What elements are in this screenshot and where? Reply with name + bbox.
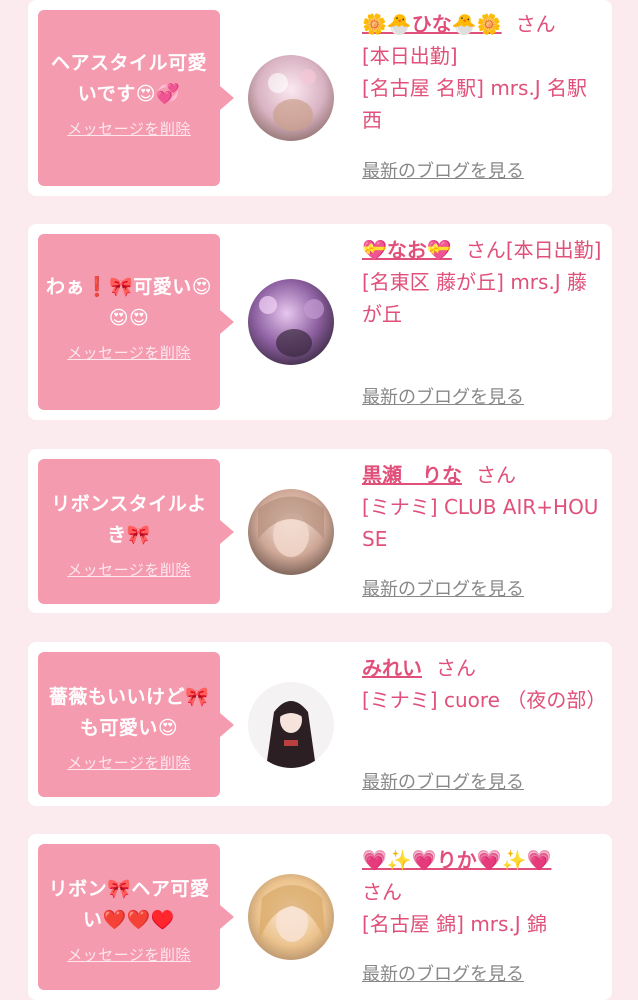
message-card: 薔薇もいいけど🎀も可愛い😍 メッセージを削除 みれい さん [ミナミ] cuore… bbox=[28, 642, 612, 806]
avatar[interactable] bbox=[248, 874, 334, 960]
delete-message-link[interactable]: メッセージを削除 bbox=[67, 118, 191, 139]
latest-blog-link[interactable]: 最新のブログを見る bbox=[362, 157, 524, 183]
cast-name[interactable]: みれい bbox=[362, 656, 422, 680]
honorific: さん bbox=[362, 880, 402, 904]
latest-blog-link[interactable]: 最新のブログを見る bbox=[362, 383, 524, 409]
avatar-image bbox=[248, 279, 334, 365]
avatar-image bbox=[248, 874, 334, 960]
avatar[interactable] bbox=[248, 279, 334, 365]
avatar-image bbox=[248, 489, 334, 575]
latest-blog-link[interactable]: 最新のブログを見る bbox=[362, 960, 524, 986]
message-bubble: 薔薇もいいけど🎀も可愛い😍 メッセージを削除 bbox=[38, 652, 234, 797]
latest-blog-link[interactable]: 最新のブログを見る bbox=[362, 575, 524, 601]
cast-name[interactable]: 黒瀬 りな bbox=[362, 463, 462, 487]
cast-info: みれい さん [ミナミ] cuore （夜の部） bbox=[362, 652, 607, 716]
delete-message-link[interactable]: メッセージを削除 bbox=[67, 752, 191, 773]
cast-name[interactable]: 💗✨💗りか💗✨💗 bbox=[362, 848, 551, 872]
message-text: わぁ❗️🎀可愛い😍😍😍 bbox=[45, 276, 213, 329]
message-text: 薔薇もいいけど🎀も可愛い😍 bbox=[48, 686, 210, 739]
message-bubble: ヘアスタイル可愛いです😍💞 メッセージを削除 bbox=[38, 10, 234, 186]
delete-message-link[interactable]: メッセージを削除 bbox=[67, 342, 191, 363]
message-bubble: リボンスタイルよき🎀 メッセージを削除 bbox=[38, 459, 234, 604]
delete-message-link[interactable]: メッセージを削除 bbox=[67, 944, 191, 965]
shop-location: [名東区 藤が丘] mrs.J 藤が丘 bbox=[362, 270, 588, 326]
cast-info: 🌼🐣ひな🐣🌼 さん [本日出勤] [名古屋 名駅] mrs.J 名駅西 bbox=[362, 8, 604, 136]
message-card: ヘアスタイル可愛いです😍💞 メッセージを削除 🌼🐣ひな🐣🌼 さん [本日出勤] … bbox=[28, 0, 612, 196]
message-text: リボンスタイルよき🎀 bbox=[51, 493, 207, 546]
message-card: リボンスタイルよき🎀 メッセージを削除 黒瀬 りな さん [ミナミ] CLUB A… bbox=[28, 449, 612, 613]
delete-message-link[interactable]: メッセージを削除 bbox=[67, 559, 191, 580]
shop-location: [名古屋 錦] mrs.J 錦 bbox=[362, 912, 548, 936]
latest-blog-link[interactable]: 最新のブログを見る bbox=[362, 768, 524, 794]
cast-name[interactable]: 💝なお💝 bbox=[362, 238, 452, 262]
honorific: さん bbox=[515, 12, 556, 36]
cast-info: 💗✨💗りか💗✨💗 さん [名古屋 錦] mrs.J 錦 bbox=[362, 844, 604, 940]
cast-info: 黒瀬 りな さん [ミナミ] CLUB AIR+HOUSE bbox=[362, 459, 604, 555]
message-bubble: リボン🎀ヘア可愛い❤️❤️♥️ メッセージを削除 bbox=[38, 844, 234, 990]
honorific: さん bbox=[476, 463, 516, 487]
message-card: わぁ❗️🎀可愛い😍😍😍 メッセージを削除 💝なお💝 さん[本日出勤] [名東区 … bbox=[28, 224, 612, 420]
message-card: リボン🎀ヘア可愛い❤️❤️♥️ メッセージを削除 💗✨💗りか💗✨💗 さん [名古… bbox=[28, 834, 612, 1000]
honorific: さん bbox=[465, 238, 506, 262]
avatar-image bbox=[248, 682, 334, 768]
cast-name[interactable]: 🌼🐣ひな🐣🌼 bbox=[362, 12, 502, 36]
avatar[interactable] bbox=[248, 55, 334, 141]
message-bubble: わぁ❗️🎀可愛い😍😍😍 メッセージを削除 bbox=[38, 234, 234, 410]
work-status: [本日出勤] bbox=[505, 238, 602, 262]
avatar[interactable] bbox=[248, 682, 334, 768]
message-text: ヘアスタイル可愛いです😍💞 bbox=[50, 52, 207, 105]
shop-location: [名古屋 名駅] mrs.J 名駅西 bbox=[362, 76, 588, 132]
shop-location: [ミナミ] cuore （夜の部） bbox=[362, 688, 607, 712]
work-status: [本日出勤] bbox=[362, 44, 458, 68]
message-text: リボン🎀ヘア可愛い❤️❤️♥️ bbox=[48, 878, 210, 931]
shop-location: [ミナミ] CLUB AIR+HOUSE bbox=[362, 495, 599, 551]
avatar[interactable] bbox=[248, 489, 334, 575]
honorific: さん bbox=[436, 656, 476, 680]
avatar-image bbox=[248, 55, 334, 141]
message-list: ヘアスタイル可愛いです😍💞 メッセージを削除 🌼🐣ひな🐣🌼 さん [本日出勤] … bbox=[0, 0, 638, 1000]
cast-info: 💝なお💝 さん[本日出勤] [名東区 藤が丘] mrs.J 藤が丘 bbox=[362, 234, 604, 330]
